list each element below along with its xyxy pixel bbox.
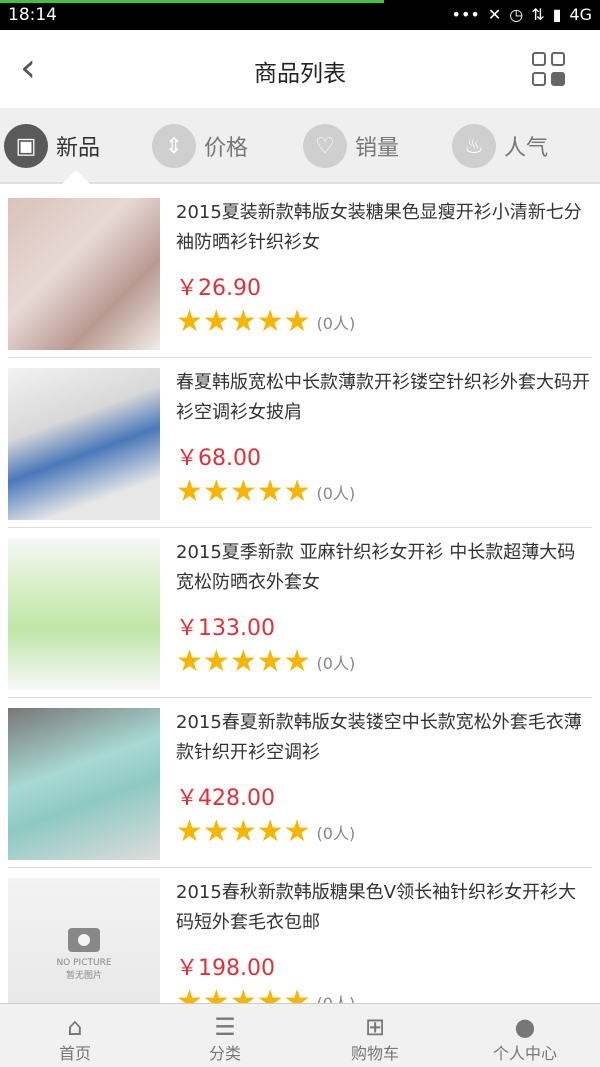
mute-icon: ✕ [487, 5, 502, 24]
star-icon: ★ [229, 984, 257, 1004]
page-title: 商品列表 [254, 61, 346, 87]
product-image[interactable] [8, 538, 160, 690]
network-type: 4G [569, 5, 592, 24]
nav-home[interactable]: ⌂ 首页 [0, 1004, 150, 1067]
product-rating: ★★★★★ (0人) [176, 306, 592, 338]
product-image[interactable] [8, 708, 160, 860]
product-name[interactable]: 2015夏季新款 亚麻针织衫女开衫 中长款超薄大码宽松防晒衣外套女 [176, 538, 592, 598]
sort-arrows-icon: ⇕ [152, 124, 196, 168]
star-icon: ★ [256, 644, 284, 679]
sort-tab-price[interactable]: ⇕ 价格 [152, 122, 248, 170]
more-icon: ••• [451, 5, 480, 24]
signal-icon: ▮ [552, 5, 562, 24]
nav-label: 分类 [208, 1044, 241, 1063]
nav-cart[interactable]: ⊞ 购物车 [300, 1004, 450, 1067]
status-time: 18:14 [8, 5, 57, 25]
star-icon: ★ [176, 304, 203, 339]
status-bar: 18:14 ••• ✕ ◷ ⇅ ▮ 4G [0, 0, 600, 30]
sort-tab-label: 价格 [204, 136, 249, 161]
star-icon: ★ [202, 644, 230, 679]
product-name[interactable]: 春夏韩版宽松中长款薄款开衫镂空针织衫外套大码开衫空调衫女披肩 [176, 368, 592, 428]
star-icon: ★ [176, 814, 203, 849]
home-icon: ⌂ [67, 1013, 83, 1041]
rating-count: (0人) [316, 484, 356, 503]
product-item[interactable]: 2015夏装新款韩版女装糖果色显瘦开衫小清新七分袖防晒衫针织衫女 ￥26.90 … [8, 188, 592, 358]
loading-progress-bar [0, 0, 384, 3]
rating-count: (0人) [316, 654, 356, 673]
user-icon: ● [514, 1013, 536, 1041]
box-icon: ▣ [4, 124, 48, 168]
sort-bar: ▣ 新品 ⇕ 价格 ♡ 销量 ♨ 人气 [0, 108, 600, 184]
star-icon: ★ [283, 474, 311, 509]
rating-count: (0人) [317, 990, 356, 1003]
product-name[interactable]: 2015夏装新款韩版女装糖果色显瘦开衫小清新七分袖防晒衫针织衫女 [176, 198, 592, 258]
star-icon: ★ [229, 814, 257, 849]
product-price: ￥428.00 [176, 786, 275, 811]
nav-profile[interactable]: ● 个人中心 [450, 1004, 600, 1067]
no-picture-text: NO PICTURE [56, 958, 112, 968]
alarm-icon: ◷ [509, 5, 524, 24]
product-price: ￥133.00 [176, 616, 275, 641]
star-icon: ★ [256, 474, 284, 509]
star-icon: ★ [176, 474, 203, 509]
rating-count: (0人) [316, 824, 356, 843]
product-image[interactable] [8, 368, 160, 520]
star-icon: ★ [229, 474, 257, 509]
product-price: ￥68.00 [176, 446, 261, 471]
star-icon: ★ [202, 984, 230, 1004]
star-icon: ★ [283, 814, 311, 849]
product-rating: ★★★★★ (0人) [176, 984, 592, 1004]
star-icon: ★ [202, 814, 230, 849]
camera-icon [68, 928, 100, 952]
sort-tab-label: 新品 [56, 136, 101, 161]
nav-label: 首页 [58, 1044, 91, 1063]
active-tab-indicator [62, 170, 90, 184]
star-icon: ★ [283, 644, 311, 679]
star-icon: ★ [256, 984, 284, 1004]
star-icon: ★ [176, 644, 203, 679]
sort-tab-new[interactable]: ▣ 新品 [4, 122, 100, 170]
grid-view-icon[interactable] [532, 52, 566, 86]
product-image-placeholder[interactable]: NO PICTURE 暂无图片 [8, 878, 160, 1003]
rating-count: (0人) [316, 314, 356, 333]
product-item[interactable]: 春夏韩版宽松中长款薄款开衫镂空针织衫外套大码开衫空调衫女披肩 ￥68.00 ★ ★… [8, 358, 592, 528]
product-item[interactable]: 2015夏季新款 亚麻针织衫女开衫 中长款超薄大码宽松防晒衣外套女 ￥133.0… [8, 528, 592, 698]
star-icon: ★ [202, 304, 230, 339]
sort-tab-label: 销量 [355, 136, 400, 161]
status-icons: ••• ✕ ◷ ⇅ ▮ 4G [452, 5, 592, 24]
flame-icon: ♨ [452, 124, 496, 168]
star-icon: ★ [283, 984, 311, 1004]
product-list[interactable]: 2015夏装新款韩版女装糖果色显瘦开衫小清新七分袖防晒衫针织衫女 ￥26.90 … [0, 188, 600, 1003]
star-icon: ★ [229, 304, 257, 339]
star-icon: ★ [229, 644, 257, 679]
nav-label: 个人中心 [492, 1044, 557, 1063]
data-icon: ⇅ [531, 5, 545, 24]
no-picture-text-cn: 暂无图片 [65, 971, 102, 981]
product-price: ￥198.00 [176, 956, 275, 981]
star-icon: ★ [256, 814, 284, 849]
sort-tab-sales[interactable]: ♡ 销量 [303, 122, 399, 170]
star-icon: ★ [202, 474, 230, 509]
star-icon: ★ [283, 304, 311, 339]
nav-label: 购物车 [350, 1044, 399, 1063]
product-name[interactable]: 2015春秋新款韩版糖果色V领长袖针织衫女开衫大码短外套毛衣包邮 [176, 878, 592, 938]
sort-tab-popularity[interactable]: ♨ 人气 [452, 122, 548, 170]
cart-icon: ⊞ [364, 1013, 386, 1041]
product-name[interactable]: 2015春夏新款韩版女装镂空中长款宽松外套毛衣薄款针织开衫空调衫 [176, 708, 592, 768]
product-rating: ★★★★★ (0人) [176, 646, 592, 678]
bottom-nav: ⌂ 首页 ☰ 分类 ⊞ 购物车 ● 个人中心 [0, 1003, 600, 1067]
product-image[interactable] [8, 198, 160, 350]
heart-icon: ♡ [303, 124, 347, 168]
product-rating: ★★★★★ (0人) [176, 816, 592, 848]
star-icon: ★ [256, 304, 284, 339]
sort-tab-label: 人气 [504, 136, 549, 161]
product-price: ￥26.90 [176, 276, 261, 301]
product-item[interactable]: 2015春夏新款韩版女装镂空中长款宽松外套毛衣薄款针织开衫空调衫 ￥428.00… [8, 698, 592, 868]
nav-category[interactable]: ☰ 分类 [150, 1004, 300, 1067]
product-item[interactable]: NO PICTURE 暂无图片 2015春秋新款韩版糖果色V领长袖针织衫女开衫大… [8, 868, 592, 1003]
star-icon: ★ [176, 984, 203, 1004]
product-rating: ★★★★★ (0人) [176, 476, 592, 508]
list-icon: ☰ [214, 1013, 236, 1041]
title-bar: ‹ 商品列表 [0, 30, 600, 108]
